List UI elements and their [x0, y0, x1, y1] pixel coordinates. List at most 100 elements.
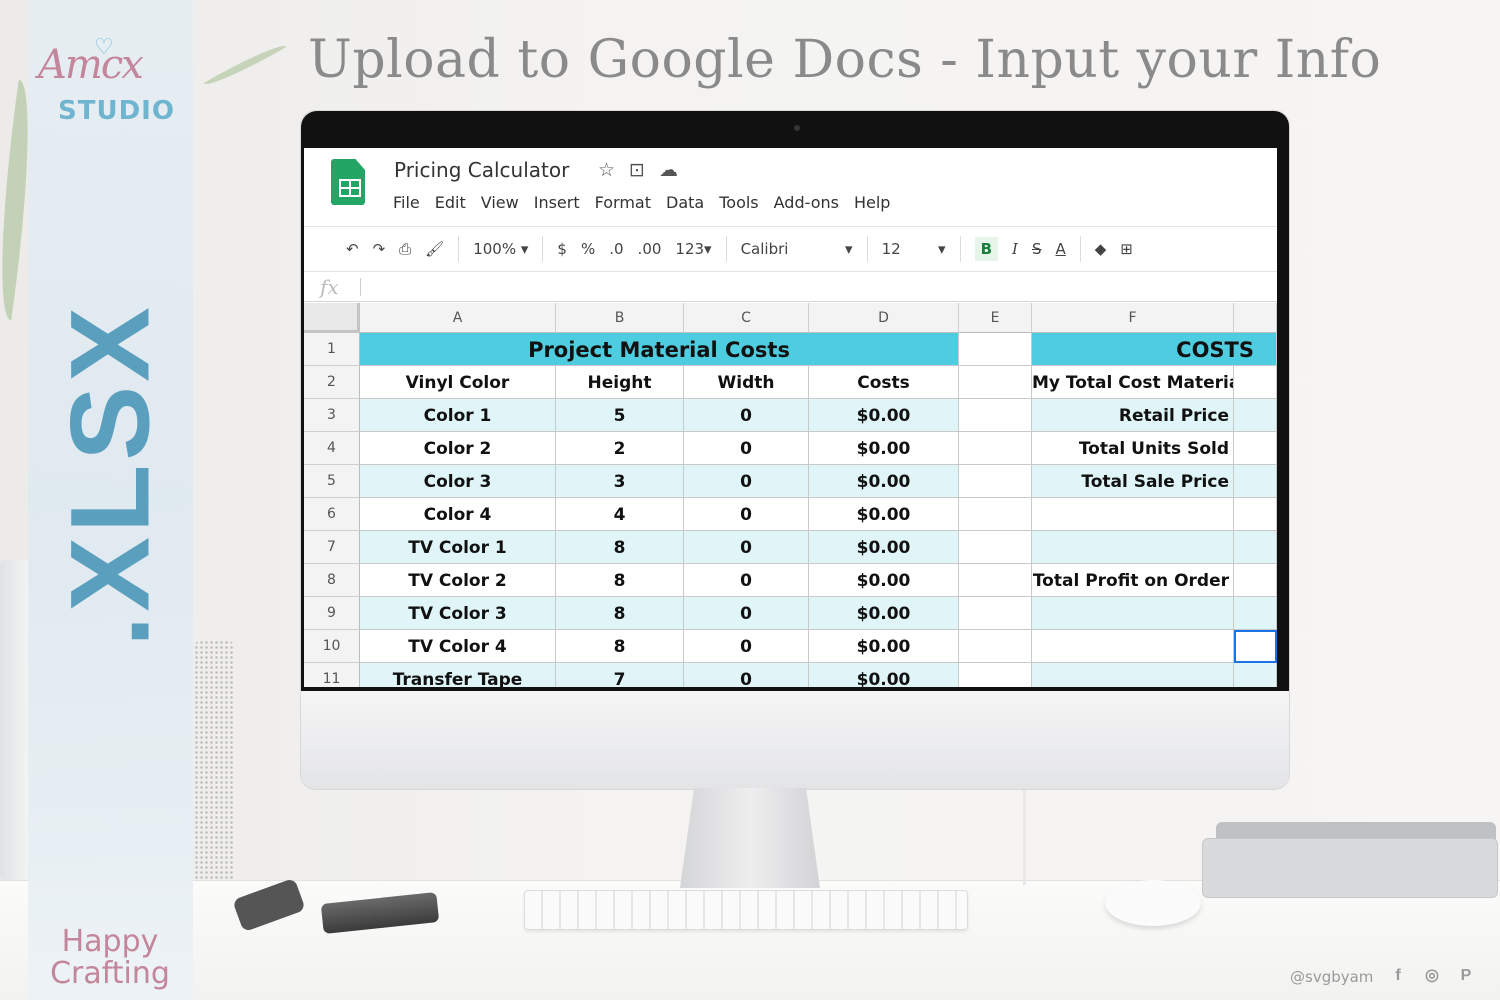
costs-value-cell[interactable] [1234, 465, 1277, 498]
menu-tools[interactable]: Tools [719, 193, 758, 212]
italic-button[interactable]: I [1012, 240, 1018, 258]
costs-value-cell[interactable] [1234, 597, 1277, 630]
vinyl-color-cell[interactable]: TV Color 3 [360, 597, 556, 630]
font-select[interactable]: Calibri ▾ [741, 240, 853, 258]
fill-color-icon[interactable]: ◆ [1095, 240, 1107, 258]
borders-icon[interactable]: ⊞ [1120, 240, 1133, 258]
costs-value-cell[interactable] [1234, 399, 1277, 432]
column-header-f[interactable]: F [1032, 303, 1234, 333]
costs-title-cell[interactable]: COSTS [1032, 333, 1277, 366]
instagram-icon[interactable]: ◎ [1422, 966, 1442, 986]
height-cell[interactable]: 3 [556, 465, 684, 498]
vinyl-color-cell[interactable]: TV Color 2 [360, 564, 556, 597]
menu-view[interactable]: View [481, 193, 519, 212]
vinyl-color-cell[interactable]: Color 1 [360, 399, 556, 432]
cost-cell[interactable]: $0.00 [809, 564, 959, 597]
star-icon[interactable]: ☆ [598, 159, 615, 181]
width-cell[interactable]: 0 [684, 663, 809, 687]
costs-value-cell[interactable] [1234, 498, 1277, 531]
row-header[interactable]: 2 [304, 366, 360, 399]
cost-cell[interactable]: $0.00 [809, 498, 959, 531]
formula-bar[interactable]: fx [304, 272, 1277, 302]
costs-value-cell[interactable] [1234, 663, 1277, 687]
google-sheets-icon[interactable] [331, 159, 365, 205]
currency-format-button[interactable]: $ [557, 240, 567, 258]
costs-value-cell[interactable] [1234, 531, 1277, 564]
row-header[interactable]: 7 [304, 531, 360, 564]
cell-e10[interactable] [959, 630, 1032, 663]
print-icon[interactable]: ⎙ [399, 240, 411, 258]
height-cell[interactable]: 2 [556, 432, 684, 465]
selected-cell[interactable] [1234, 630, 1277, 663]
width-cell[interactable]: 0 [684, 597, 809, 630]
vinyl-color-cell[interactable]: Color 4 [360, 498, 556, 531]
more-formats-button[interactable]: 123▾ [675, 240, 711, 258]
increase-decimal-button[interactable]: .00 [638, 240, 662, 258]
header-costs[interactable]: Costs [809, 366, 959, 399]
height-cell[interactable]: 8 [556, 531, 684, 564]
redo-icon[interactable]: ↷ [373, 240, 386, 258]
costs-label-cell[interactable] [1032, 597, 1234, 630]
header-height[interactable]: Height [556, 366, 684, 399]
menu-help[interactable]: Help [854, 193, 890, 212]
strikethrough-button[interactable]: S [1032, 240, 1042, 258]
cost-cell[interactable]: $0.00 [809, 630, 959, 663]
costs-label-cell[interactable]: Total Profit on Order [1032, 564, 1234, 597]
header-vinyl-color[interactable]: Vinyl Color [360, 366, 556, 399]
pinterest-icon[interactable]: P [1456, 966, 1476, 986]
menu-edit[interactable]: Edit [435, 193, 466, 212]
width-cell[interactable]: 0 [684, 564, 809, 597]
facebook-icon[interactable]: f [1388, 966, 1408, 986]
paint-format-icon[interactable]: 🖌 [425, 240, 444, 258]
percent-format-button[interactable]: % [581, 240, 595, 258]
column-header-g[interactable] [1234, 303, 1277, 333]
column-header-a[interactable]: A [360, 303, 556, 333]
text-color-button[interactable]: A [1055, 240, 1065, 258]
height-cell[interactable]: 5 [556, 399, 684, 432]
costs-label-cell[interactable] [1032, 531, 1234, 564]
select-all-corner[interactable] [304, 303, 360, 333]
costs-value-cell[interactable] [1234, 366, 1277, 399]
cost-cell[interactable]: $0.00 [809, 663, 959, 687]
cell-e11[interactable] [959, 663, 1032, 687]
width-cell[interactable]: 0 [684, 630, 809, 663]
menu-file[interactable]: File [393, 193, 420, 212]
decrease-decimal-button[interactable]: .0 [609, 240, 623, 258]
row-header[interactable]: 9 [304, 597, 360, 630]
column-header-e[interactable]: E [959, 303, 1032, 333]
costs-label-cell[interactable]: Total Units Sold [1032, 432, 1234, 465]
cell-e6[interactable] [959, 498, 1032, 531]
cost-cell[interactable]: $0.00 [809, 399, 959, 432]
width-cell[interactable]: 0 [684, 465, 809, 498]
column-header-b[interactable]: B [556, 303, 684, 333]
width-cell[interactable]: 0 [684, 432, 809, 465]
height-cell[interactable]: 7 [556, 663, 684, 687]
cell-e8[interactable] [959, 564, 1032, 597]
row-header[interactable]: 4 [304, 432, 360, 465]
vinyl-color-cell[interactable]: Color 2 [360, 432, 556, 465]
vinyl-color-cell[interactable]: Color 3 [360, 465, 556, 498]
row-header[interactable]: 3 [304, 399, 360, 432]
cell-e9[interactable] [959, 597, 1032, 630]
costs-label-cell[interactable]: Retail Price [1032, 399, 1234, 432]
zoom-select[interactable]: 100% ▾ [473, 240, 528, 258]
cost-cell[interactable]: $0.00 [809, 597, 959, 630]
menu-insert[interactable]: Insert [534, 193, 580, 212]
costs-value-cell[interactable] [1234, 432, 1277, 465]
vinyl-color-cell[interactable]: TV Color 4 [360, 630, 556, 663]
bold-button[interactable]: B [974, 237, 999, 261]
cell-e5[interactable] [959, 465, 1032, 498]
row-header[interactable]: 1 [304, 333, 360, 366]
row-header[interactable]: 8 [304, 564, 360, 597]
cost-cell[interactable]: $0.00 [809, 465, 959, 498]
menu-format[interactable]: Format [595, 193, 651, 212]
font-size-select[interactable]: 12 ▾ [882, 240, 946, 258]
header-width[interactable]: Width [684, 366, 809, 399]
cell-e1[interactable] [959, 333, 1032, 366]
costs-label-cell[interactable]: Total Sale Price [1032, 465, 1234, 498]
vinyl-color-cell[interactable]: TV Color 1 [360, 531, 556, 564]
document-title[interactable]: Pricing Calculator [394, 158, 569, 182]
costs-value-cell[interactable] [1234, 564, 1277, 597]
move-folder-icon[interactable]: ⊡ [629, 159, 645, 181]
costs-label-cell[interactable] [1032, 498, 1234, 531]
